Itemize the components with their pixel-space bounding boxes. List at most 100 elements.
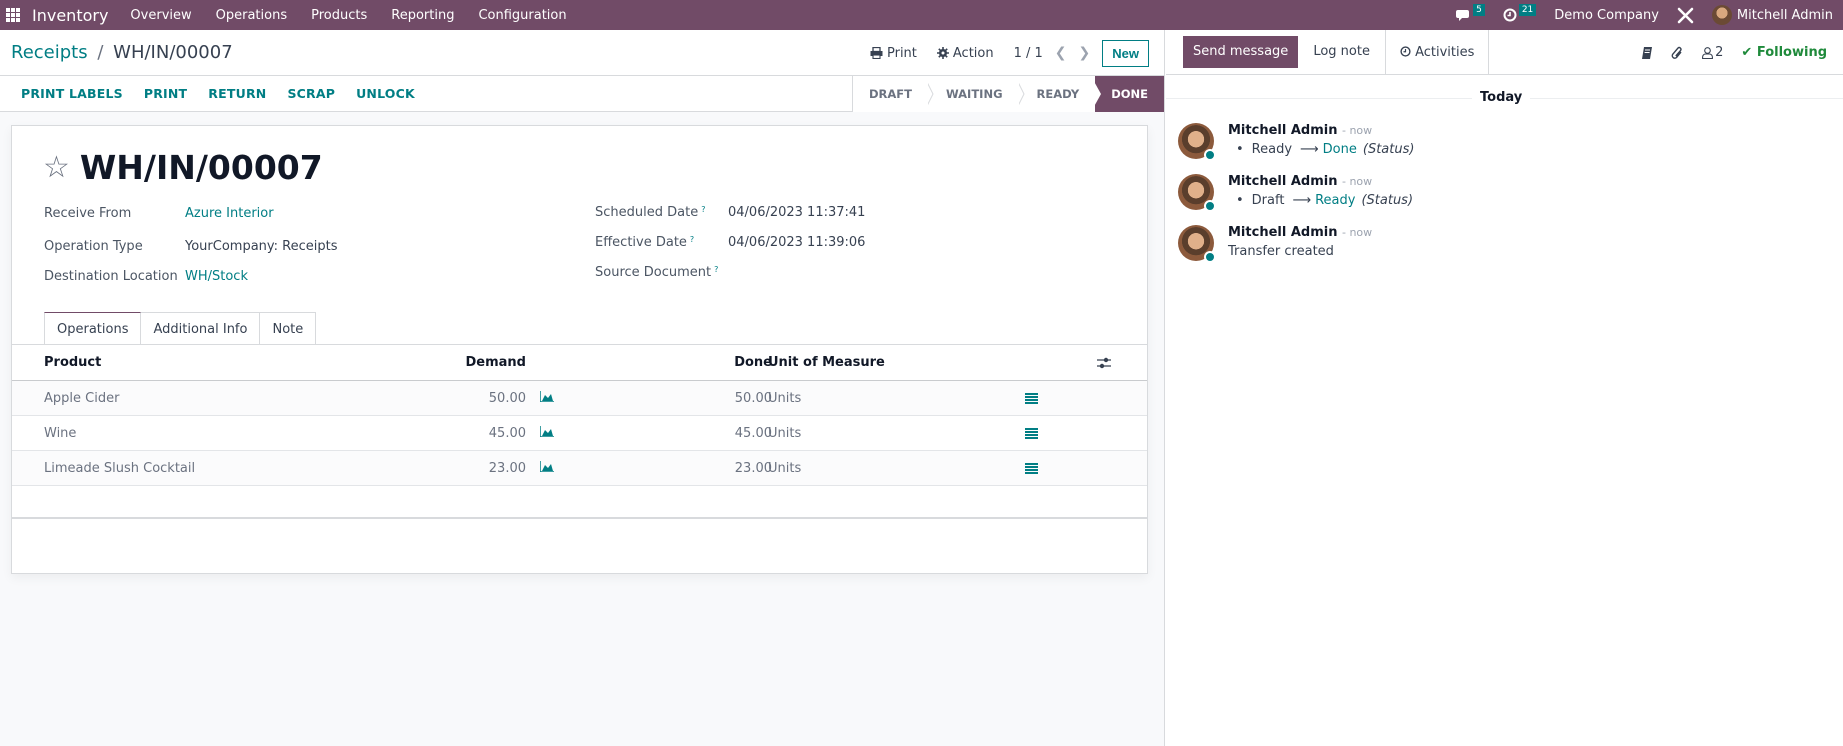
- check-icon: ✔: [1741, 45, 1753, 60]
- stage-draft[interactable]: DRAFT: [851, 76, 928, 112]
- help-icon[interactable]: ?: [690, 235, 694, 244]
- old-value: Ready: [1251, 142, 1293, 157]
- send-message-button[interactable]: Send message: [1183, 36, 1299, 68]
- stage-waiting[interactable]: WAITING: [933, 76, 1019, 112]
- table-row[interactable]: Wine 45.00 45.00 Units: [12, 416, 1147, 451]
- activities-button[interactable]: Activities: [1384, 30, 1490, 74]
- messages-badge: 5: [1473, 4, 1485, 16]
- tab-note[interactable]: Note: [260, 312, 317, 345]
- knowledge-book-icon[interactable]: [1641, 46, 1653, 59]
- menu-products[interactable]: Products: [311, 8, 367, 23]
- chatter-message: Mitchell Admin - now Transfer created: [1178, 225, 1818, 269]
- arrow-right-icon: ⟶: [1292, 193, 1312, 208]
- online-status-icon: [1204, 149, 1216, 161]
- table-empty-row: [12, 486, 1147, 519]
- control-panel: Receipts / WH/IN/00007 Print Action 1 / …: [0, 30, 1164, 76]
- column-product[interactable]: Product: [44, 345, 101, 381]
- form-view: Receipts / WH/IN/00007 Print Action 1 / …: [0, 30, 1165, 746]
- product-name: Apple Cider: [44, 391, 120, 406]
- operations-table: Product Demand Done Unit of Measure Appl…: [12, 345, 1147, 519]
- pager-value[interactable]: 1 / 1: [1014, 46, 1043, 61]
- author-name[interactable]: Mitchell Admin: [1228, 174, 1337, 189]
- breadcrumb-receipts[interactable]: Receipts: [11, 42, 88, 63]
- pager-previous-icon[interactable]: ❮: [1055, 45, 1067, 61]
- detailed-operations-icon[interactable]: [1025, 428, 1038, 439]
- paperclip-icon[interactable]: [1671, 46, 1684, 60]
- new-value: Ready: [1315, 193, 1356, 208]
- status-bar: DRAFT WAITING READY DONE: [851, 76, 1164, 112]
- menu-reporting[interactable]: Reporting: [391, 8, 454, 23]
- user-menu[interactable]: Mitchell Admin: [1711, 5, 1833, 25]
- clock-icon: [1503, 8, 1517, 22]
- following-button[interactable]: ✔ Following: [1741, 45, 1827, 60]
- print-button[interactable]: PRINT: [144, 86, 187, 101]
- messaging-button[interactable]: 5: [1456, 4, 1485, 22]
- stage-ready[interactable]: READY: [1024, 76, 1096, 112]
- product-name: Wine: [44, 426, 77, 441]
- demand-value: 23.00: [488, 461, 526, 476]
- column-uom[interactable]: Unit of Measure: [768, 345, 885, 381]
- menu-configuration[interactable]: Configuration: [478, 8, 566, 23]
- favorite-star-icon[interactable]: ☆: [43, 152, 70, 183]
- followers-button[interactable]: 2: [1702, 45, 1723, 60]
- detailed-operations-icon[interactable]: [1025, 393, 1038, 404]
- log-note-button[interactable]: Log note: [1298, 36, 1385, 68]
- forecast-chart-icon[interactable]: [539, 451, 554, 486]
- stage-done[interactable]: DONE: [1101, 76, 1164, 112]
- scrap-button[interactable]: SCRAP: [287, 86, 335, 101]
- date-separator: Today: [1166, 90, 1843, 106]
- pager-next-icon[interactable]: ❯: [1079, 45, 1091, 61]
- tracking-value: • Draft ⟶ Ready (Status): [1228, 193, 1413, 208]
- optional-columns-icon[interactable]: [1097, 357, 1111, 369]
- tab-operations[interactable]: Operations: [44, 312, 142, 345]
- help-icon[interactable]: ?: [701, 205, 705, 214]
- menu-operations[interactable]: Operations: [216, 8, 287, 23]
- field-label: Operation Type: [44, 239, 143, 254]
- forecast-chart-icon[interactable]: [539, 381, 554, 416]
- column-demand[interactable]: Demand: [392, 345, 527, 381]
- tab-additional-info[interactable]: Additional Info: [141, 312, 261, 345]
- help-icon[interactable]: ?: [714, 265, 718, 274]
- destination-location-link[interactable]: WH/Stock: [185, 269, 248, 284]
- partner-link[interactable]: Azure Interior: [185, 206, 274, 221]
- activities-label: Activities: [1415, 45, 1475, 60]
- field-label: Destination Location: [44, 269, 178, 284]
- chatter-message: Mitchell Admin - now • Ready ⟶ Done (Status): [1178, 123, 1818, 167]
- detailed-operations-icon[interactable]: [1025, 463, 1038, 474]
- app-name[interactable]: Inventory: [32, 6, 108, 25]
- return-button[interactable]: RETURN: [208, 86, 266, 101]
- demand-value: 45.00: [488, 426, 526, 441]
- scheduled-date-value[interactable]: 04/06/2023 11:37:41: [728, 205, 865, 220]
- tracking-value: • Ready ⟶ Done (Status): [1228, 142, 1414, 157]
- unlock-button[interactable]: UNLOCK: [356, 86, 415, 101]
- gear-icon: [936, 47, 949, 59]
- arrow-right-icon: ⟶: [1300, 142, 1319, 157]
- company-switcher[interactable]: Demo Company: [1554, 8, 1659, 23]
- user-avatar: [1711, 5, 1732, 25]
- table-row[interactable]: Apple Cider 50.00 50.00 Units: [12, 381, 1147, 416]
- table-row[interactable]: Limeade Slush Cocktail 23.00 23.00 Units: [12, 451, 1147, 486]
- field-label-text: Effective Date: [595, 235, 687, 250]
- print-labels-button[interactable]: PRINT LABELS: [21, 86, 123, 101]
- printer-icon: [870, 47, 883, 59]
- print-menu-button[interactable]: Print: [870, 46, 917, 61]
- menu-overview[interactable]: Overview: [130, 8, 191, 23]
- field-label: Scheduled Date?: [595, 205, 735, 220]
- app-grid-icon[interactable]: [6, 8, 20, 22]
- new-button[interactable]: New: [1102, 39, 1149, 67]
- author-name[interactable]: Mitchell Admin: [1228, 123, 1337, 138]
- operation-type-value[interactable]: YourCompany: Receipts: [185, 239, 338, 254]
- chat-icon: [1456, 9, 1470, 21]
- field-label: Receive From: [44, 206, 132, 221]
- breadcrumb: Receipts / WH/IN/00007: [11, 42, 233, 63]
- action-menu-button[interactable]: Action: [936, 46, 994, 61]
- author-name[interactable]: Mitchell Admin: [1228, 225, 1337, 240]
- action-bar: PRINT LABELS PRINT RETURN SCRAP UNLOCK D…: [0, 76, 1164, 112]
- effective-date-value[interactable]: 04/06/2023 11:39:06: [728, 235, 865, 250]
- done-value: 50.00: [734, 391, 772, 406]
- debug-tools-icon[interactable]: [1677, 7, 1694, 24]
- activities-button[interactable]: 21: [1503, 4, 1537, 22]
- followers-count: 2: [1715, 45, 1724, 60]
- forecast-chart-icon[interactable]: [539, 416, 554, 451]
- column-done[interactable]: Done: [672, 345, 772, 381]
